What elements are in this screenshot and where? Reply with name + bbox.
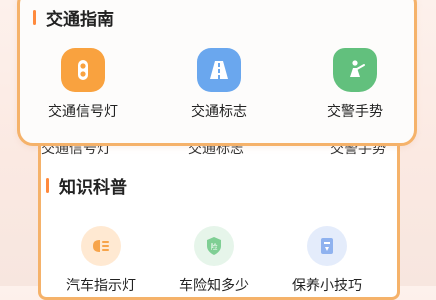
title-accent-bar [33, 10, 36, 25]
guide-title-text: 交通指南 [46, 10, 114, 29]
knowledge-card: 交通信号灯 交通标志 交警手势 知识科普 汽车指示灯 险 车险知多少 保养小技巧 [38, 120, 400, 300]
maintenance-icon [307, 226, 347, 266]
item-maintenance-label: 保养小技巧 [292, 277, 362, 293]
knowledge-section-title: 知识科普 [46, 173, 127, 198]
item-car-indicator-label: 汽车指示灯 [66, 277, 136, 293]
headlight-icon [81, 226, 121, 266]
knowledge-title-text: 知识科普 [59, 178, 127, 197]
item-road-sign[interactable]: 交通标志 [164, 48, 274, 121]
guide-section-title: 交通指南 [33, 5, 114, 30]
police-gesture-icon [333, 48, 377, 92]
item-road-sign-label: 交通标志 [191, 103, 247, 119]
item-police-gesture[interactable]: 交警手势 [300, 48, 410, 121]
item-maintenance[interactable]: 保养小技巧 [272, 226, 382, 295]
item-traffic-light-label: 交通信号灯 [48, 103, 118, 119]
insurance-shield-icon: 险 [194, 226, 234, 266]
svg-text:险: 险 [211, 242, 218, 251]
item-insurance-label: 车险知多少 [179, 277, 249, 293]
item-car-indicator[interactable]: 汽车指示灯 [46, 226, 156, 295]
traffic-light-icon [61, 48, 105, 92]
item-traffic-light[interactable]: 交通信号灯 [28, 48, 138, 121]
item-police-gesture-label: 交警手势 [327, 103, 383, 119]
road-sign-icon [197, 48, 241, 92]
title-accent-bar [46, 178, 49, 193]
item-insurance[interactable]: 险 车险知多少 [159, 226, 269, 295]
traffic-guide-card: 交通指南 交通信号灯 交通标志 交警手势 [17, 0, 417, 146]
